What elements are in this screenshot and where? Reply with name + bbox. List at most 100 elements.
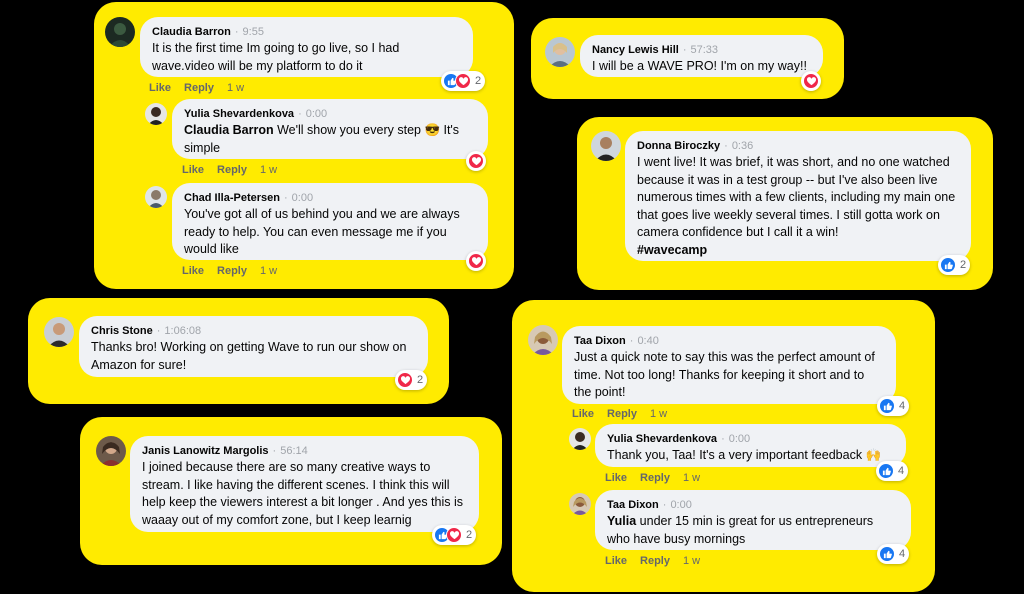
comment-bubble: Chris Stone · 1:06:08 Thanks bro! Working …: [79, 316, 428, 377]
comment-actions: Like Reply 1 w: [149, 81, 244, 95]
like-button[interactable]: Like: [182, 265, 204, 277]
avatar[interactable]: [145, 186, 167, 208]
reaction-summary[interactable]: 4: [877, 396, 910, 416]
avatar[interactable]: [105, 17, 135, 47]
reply-button[interactable]: Reply: [640, 472, 670, 484]
author-name[interactable]: Taa Dixon: [574, 335, 626, 347]
reaction-summary[interactable]: [466, 151, 486, 171]
reaction-count: 2: [417, 374, 424, 386]
comment-text: I joined because there are so many creat…: [142, 460, 464, 527]
reply-button[interactable]: Reply: [217, 265, 247, 277]
timestamp[interactable]: 1:06:08: [164, 325, 201, 337]
avatar[interactable]: [569, 428, 591, 450]
reaction-summary[interactable]: [466, 251, 486, 271]
reaction-summary[interactable]: 2: [938, 255, 971, 275]
reaction-summary[interactable]: 4: [876, 461, 909, 481]
love-reaction-icon: [455, 73, 471, 89]
reaction-count: 4: [899, 400, 906, 412]
timestamp[interactable]: 57:33: [690, 44, 718, 56]
comment-text: I will be a WAVE PRO! I'm on my way!!: [592, 59, 807, 73]
reaction-count: 2: [466, 529, 473, 541]
author-name[interactable]: Yulia Shevardenkova: [184, 108, 294, 120]
love-reaction-icon: [468, 153, 484, 169]
comment-actions: Like Reply 1 w: [605, 471, 700, 485]
comment-actions: Like Reply 1 w: [182, 163, 277, 177]
like-reaction-icon: [878, 463, 894, 479]
time-ago[interactable]: 1 w: [227, 82, 244, 94]
comment-bubble: Yulia Shevardenkova · 0:00 Claudia Barron …: [172, 99, 488, 159]
like-reaction-icon: [940, 257, 956, 273]
like-button[interactable]: Like: [572, 408, 594, 420]
reaction-count: 2: [475, 75, 482, 87]
reaction-count: 4: [899, 548, 906, 560]
timestamp[interactable]: 0:00: [729, 433, 750, 445]
comment-bubble: Taa Dixon · 0:00 Yulia under 15 min is gre…: [595, 490, 911, 550]
comment-text: Thanks bro! Working on getting Wave to r…: [91, 340, 407, 372]
author-name[interactable]: Yulia Shevardenkova: [607, 433, 717, 445]
hashtag-link[interactable]: #wavecamp: [637, 242, 959, 260]
timestamp[interactable]: 0:00: [306, 108, 327, 120]
comment-text: You've got all of us behind you and we a…: [184, 207, 460, 256]
timestamp[interactable]: 56:14: [280, 445, 308, 457]
timestamp[interactable]: 0:36: [732, 140, 753, 152]
reaction-summary[interactable]: 4: [877, 544, 910, 564]
comment-text: Claudia Barron We'll show you every step…: [184, 123, 460, 155]
comment-bubble: Nancy Lewis Hill · 57:33 I will be a WAVE …: [580, 35, 823, 77]
reaction-count: 4: [898, 465, 905, 477]
love-reaction-icon: [803, 73, 819, 89]
timestamp[interactable]: 0:40: [637, 335, 658, 347]
reaction-summary[interactable]: [801, 71, 821, 91]
author-name[interactable]: Janis Lanowitz Margolis: [142, 445, 269, 457]
author-name[interactable]: Taa Dixon: [607, 499, 659, 511]
love-reaction-icon: [446, 527, 462, 543]
reaction-summary[interactable]: 2: [432, 525, 477, 545]
comment-actions: Like Reply 1 w: [572, 407, 667, 421]
comment-text: Thank you, Taa! It's a very important fe…: [607, 448, 882, 462]
avatar[interactable]: [591, 131, 621, 161]
mention-link[interactable]: Claudia Barron: [184, 123, 274, 137]
time-ago[interactable]: 1 w: [260, 265, 277, 277]
reply-button[interactable]: Reply: [640, 555, 670, 567]
author-name[interactable]: Claudia Barron: [152, 26, 231, 38]
author-name[interactable]: Nancy Lewis Hill: [592, 44, 679, 56]
timestamp[interactable]: 9:55: [243, 26, 264, 38]
author-name[interactable]: Chad Illa-Petersen: [184, 192, 280, 204]
avatar[interactable]: [569, 493, 591, 515]
reply-button[interactable]: Reply: [607, 408, 637, 420]
avatar[interactable]: [545, 37, 575, 67]
love-reaction-icon: [468, 253, 484, 269]
avatar[interactable]: [44, 317, 74, 347]
reply-button[interactable]: Reply: [184, 82, 214, 94]
like-button[interactable]: Like: [182, 164, 204, 176]
comment-text: It is the first time Im going to go live…: [152, 41, 400, 73]
like-button[interactable]: Like: [605, 472, 627, 484]
comment-bubble: Claudia Barron · 9:55 It is the first time…: [140, 17, 473, 77]
comment-bubble: Donna Biroczky · 0:36 I went live! It was …: [625, 131, 971, 261]
time-ago[interactable]: 1 w: [650, 408, 667, 420]
comment-text: Yulia under 15 min is great for us entre…: [607, 514, 874, 546]
like-button[interactable]: Like: [605, 555, 627, 567]
timestamp[interactable]: 0:00: [670, 499, 691, 511]
reply-button[interactable]: Reply: [217, 164, 247, 176]
comment-actions: Like Reply 1 w: [182, 264, 277, 278]
time-ago[interactable]: 1 w: [683, 472, 700, 484]
timestamp[interactable]: 0:00: [292, 192, 313, 204]
time-ago[interactable]: 1 w: [260, 164, 277, 176]
like-button[interactable]: Like: [149, 82, 171, 94]
avatar[interactable]: [96, 436, 126, 466]
reaction-summary[interactable]: 2: [395, 370, 428, 390]
reaction-count: 2: [960, 259, 967, 271]
comment-bubble: Janis Lanowitz Margolis · 56:14 I joined b…: [130, 436, 479, 532]
author-name[interactable]: Donna Biroczky: [637, 140, 720, 152]
like-reaction-icon: [879, 398, 895, 414]
author-name[interactable]: Chris Stone: [91, 325, 153, 337]
comment-bubble: Taa Dixon · 0:40 Just a quick note to say …: [562, 326, 896, 404]
avatar[interactable]: [528, 325, 558, 355]
reaction-summary[interactable]: 2: [441, 71, 486, 91]
comment-bubble: Chad Illa-Petersen · 0:00 You've got all o…: [172, 183, 488, 260]
comment-text: Just a quick note to say this was the pe…: [574, 350, 875, 399]
comment-text: I went live! It was brief, it was short,…: [637, 155, 956, 239]
mention-link[interactable]: Yulia: [607, 514, 636, 528]
avatar[interactable]: [145, 103, 167, 125]
time-ago[interactable]: 1 w: [683, 555, 700, 567]
